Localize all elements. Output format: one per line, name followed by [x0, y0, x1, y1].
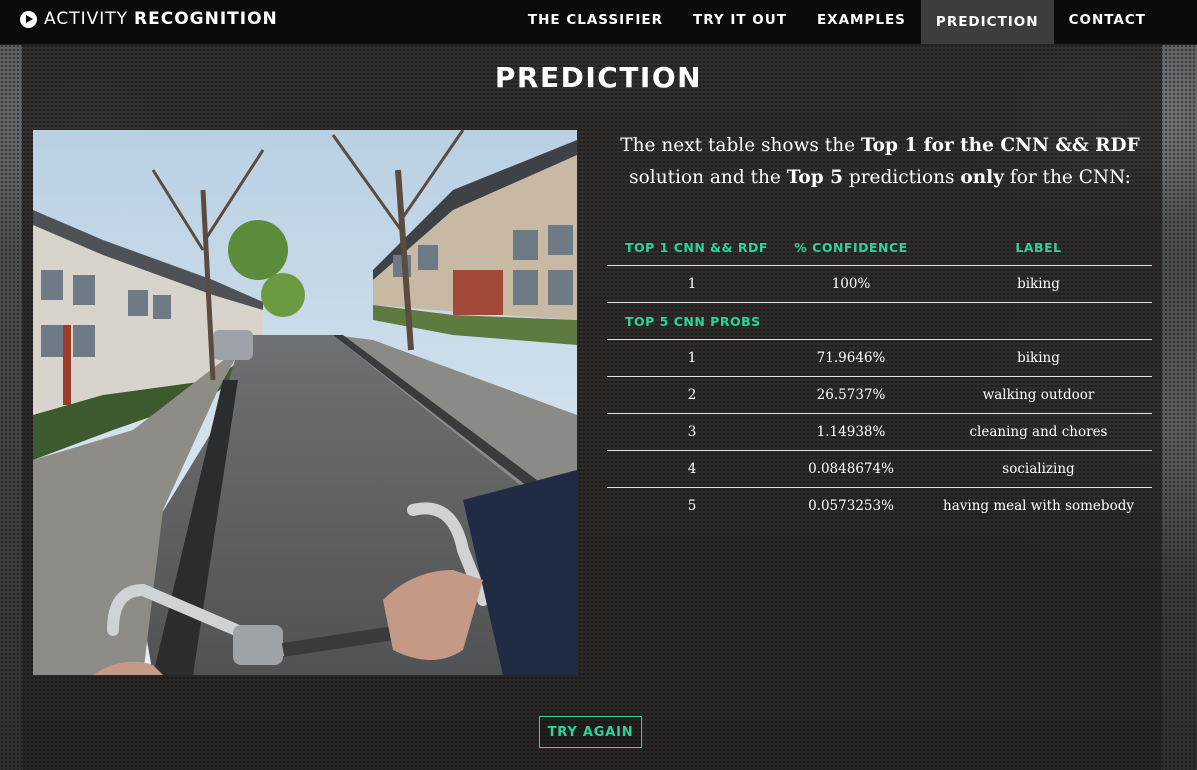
section-label: TOP 5 CNN PROBS — [607, 302, 1152, 340]
intro-bold-1: Top 1 for the CNN && RDF — [860, 135, 1140, 156]
top1-rank: 1 — [607, 265, 777, 303]
nav-item-prediction[interactable]: PREDICTION — [920, 0, 1054, 44]
prediction-table: TOP 1 CNN && RDF % CONFIDENCE LABEL 1 10… — [607, 230, 1152, 524]
page-title: PREDICTION — [494, 61, 703, 94]
table-row: 2 26.5737% walking outdoor — [607, 376, 1152, 414]
table-row: 3 1.14938% cleaning and chores — [607, 413, 1152, 451]
intro-text-1: The next table shows the — [620, 135, 861, 156]
rank-cell: 1 — [607, 339, 777, 377]
nav-item-contact[interactable]: CONTACT — [1054, 0, 1161, 40]
table-row: 1 100% biking — [607, 265, 1152, 303]
brand-light: ACTIVITY — [44, 9, 129, 29]
nav-item-classifier[interactable]: THE CLASSIFIER — [513, 0, 678, 40]
confidence-cell: 71.9646% — [777, 339, 925, 377]
label-cell: socializing — [925, 450, 1152, 488]
intro-text-3: predictions — [842, 167, 961, 188]
rank-cell: 3 — [607, 413, 777, 451]
header-label: LABEL — [925, 230, 1152, 266]
table-row: 4 0.0848674% socializing — [607, 450, 1152, 488]
intro-bold-3: only — [960, 167, 1004, 188]
intro-bold-2: Top 5 — [786, 167, 843, 188]
nav-item-try-it-out[interactable]: TRY IT OUT — [678, 0, 802, 40]
rank-cell: 2 — [607, 376, 777, 414]
table-row: 1 71.9646% biking — [607, 339, 1152, 377]
confidence-cell: 0.0848674% — [777, 450, 925, 488]
label-cell: walking outdoor — [925, 376, 1152, 414]
table-row: 5 0.0573253% having meal with somebody — [607, 488, 1152, 525]
play-circle-icon — [20, 10, 37, 28]
label-cell: biking — [925, 339, 1152, 377]
section-row: TOP 5 CNN PROBS — [607, 302, 1152, 340]
confidence-cell: 1.14938% — [777, 413, 925, 451]
label-cell: cleaning and chores — [925, 413, 1152, 451]
confidence-cell: 26.5737% — [777, 376, 925, 414]
nav-item-examples[interactable]: EXAMPLES — [802, 0, 921, 40]
label-cell: having meal with somebody — [943, 498, 1134, 514]
navbar: ACTIVITY RECOGNITION THE CLASSIFIER TRY … — [0, 0, 1197, 45]
header-top1: TOP 1 CNN && RDF — [607, 230, 777, 266]
input-photo — [33, 130, 577, 675]
header-confidence: % CONFIDENCE — [777, 230, 925, 266]
try-again-button[interactable]: TRY AGAIN — [539, 716, 642, 748]
intro-text-2: solution and the — [629, 167, 787, 188]
intro-text-4: for the CNN: — [1003, 167, 1131, 188]
top1-label: biking — [925, 265, 1152, 303]
brand[interactable]: ACTIVITY RECOGNITION — [20, 0, 278, 38]
rank-cell: 5 — [687, 498, 697, 514]
brand-bold: RECOGNITION — [134, 9, 278, 29]
intro-text: The next table shows the Top 1 for the C… — [608, 130, 1152, 194]
rank-cell: 4 — [607, 450, 777, 488]
table-header-row: TOP 1 CNN && RDF % CONFIDENCE LABEL — [607, 230, 1152, 266]
top1-confidence: 100% — [777, 265, 925, 303]
nav-menu: THE CLASSIFIER TRY IT OUT EXAMPLES PREDI… — [513, 0, 1161, 44]
confidence-cell: 0.0573253% — [808, 498, 894, 514]
